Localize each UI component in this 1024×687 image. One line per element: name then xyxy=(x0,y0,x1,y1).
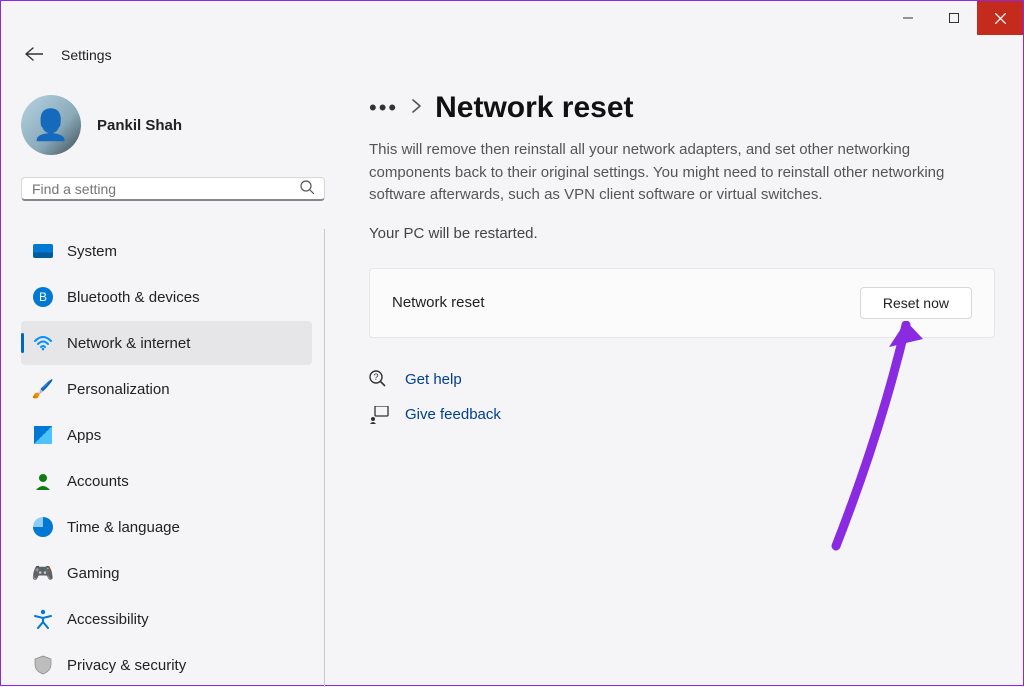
user-name: Pankil Shah xyxy=(97,117,182,134)
nav: System B Bluetooth & devices Network & i… xyxy=(21,229,325,687)
network-reset-card: Network reset Reset now xyxy=(369,268,995,338)
minimize-button[interactable] xyxy=(885,1,931,35)
sidebar-item-label: Gaming xyxy=(67,565,120,582)
gamepad-icon: 🎮 xyxy=(33,563,53,583)
link-label: Give feedback xyxy=(405,406,501,423)
sidebar-item-accounts[interactable]: Accounts xyxy=(21,459,312,503)
sidebar-item-personalization[interactable]: 🖌️ Personalization xyxy=(21,367,312,411)
clock-globe-icon xyxy=(33,517,53,537)
breadcrumb: ••• Network reset xyxy=(369,91,995,125)
wifi-icon xyxy=(33,333,53,353)
give-feedback-link[interactable]: Give feedback xyxy=(369,406,995,424)
feedback-icon xyxy=(369,406,389,424)
sidebar-item-label: Bluetooth & devices xyxy=(67,289,200,306)
sidebar-item-system[interactable]: System xyxy=(21,229,312,273)
main-content: ••• Network reset This will remove then … xyxy=(341,75,1023,687)
sidebar-item-privacy[interactable]: Privacy & security xyxy=(21,643,312,687)
apps-icon xyxy=(33,425,53,445)
sidebar-item-label: Time & language xyxy=(67,519,180,536)
sidebar-item-label: Apps xyxy=(67,427,101,444)
close-button[interactable] xyxy=(977,1,1023,35)
card-label: Network reset xyxy=(392,294,485,311)
sidebar-item-label: Network & internet xyxy=(67,335,190,352)
restart-note: Your PC will be restarted. xyxy=(369,225,995,242)
link-label: Get help xyxy=(405,371,462,388)
bluetooth-icon: B xyxy=(33,287,53,307)
sidebar-item-accessibility[interactable]: Accessibility xyxy=(21,597,312,641)
search-input[interactable] xyxy=(32,181,300,197)
sidebar-item-gaming[interactable]: 🎮 Gaming xyxy=(21,551,312,595)
breadcrumb-more-icon[interactable]: ••• xyxy=(369,95,398,121)
page-title: Network reset xyxy=(435,91,633,125)
reset-now-button[interactable]: Reset now xyxy=(860,287,972,319)
search-icon xyxy=(300,180,314,197)
titlebar xyxy=(1,1,1023,35)
maximize-button[interactable] xyxy=(931,1,977,35)
accessibility-icon xyxy=(33,609,53,629)
sidebar-item-label: System xyxy=(67,243,117,260)
chevron-right-icon xyxy=(412,99,421,118)
sidebar-item-label: Accounts xyxy=(67,473,129,490)
sidebar-item-label: Accessibility xyxy=(67,611,149,628)
help-icon: ? xyxy=(369,370,389,390)
back-button[interactable] xyxy=(25,45,43,66)
sidebar-item-label: Privacy & security xyxy=(67,657,186,674)
window-controls xyxy=(885,1,1023,35)
header-row: Settings xyxy=(1,35,1023,75)
description-text: This will remove then reinstall all your… xyxy=(369,139,989,207)
sidebar-item-bluetooth[interactable]: B Bluetooth & devices xyxy=(21,275,312,319)
sidebar-item-apps[interactable]: Apps xyxy=(21,413,312,457)
paintbrush-icon: 🖌️ xyxy=(33,379,53,399)
monitor-icon xyxy=(33,241,53,261)
avatar xyxy=(21,95,81,155)
get-help-link[interactable]: ? Get help xyxy=(369,370,995,390)
person-icon xyxy=(33,471,53,491)
sidebar-item-network[interactable]: Network & internet xyxy=(21,321,312,365)
sidebar: Pankil Shah System B Bluetooth & devices… xyxy=(1,75,341,687)
svg-text:?: ? xyxy=(373,372,378,382)
sidebar-item-label: Personalization xyxy=(67,381,170,398)
profile[interactable]: Pankil Shah xyxy=(21,95,325,155)
app-title: Settings xyxy=(61,47,112,63)
help-links: ? Get help Give feedback xyxy=(369,370,995,424)
sidebar-item-time[interactable]: Time & language xyxy=(21,505,312,549)
shield-icon xyxy=(33,655,53,675)
search-box[interactable] xyxy=(21,177,325,201)
